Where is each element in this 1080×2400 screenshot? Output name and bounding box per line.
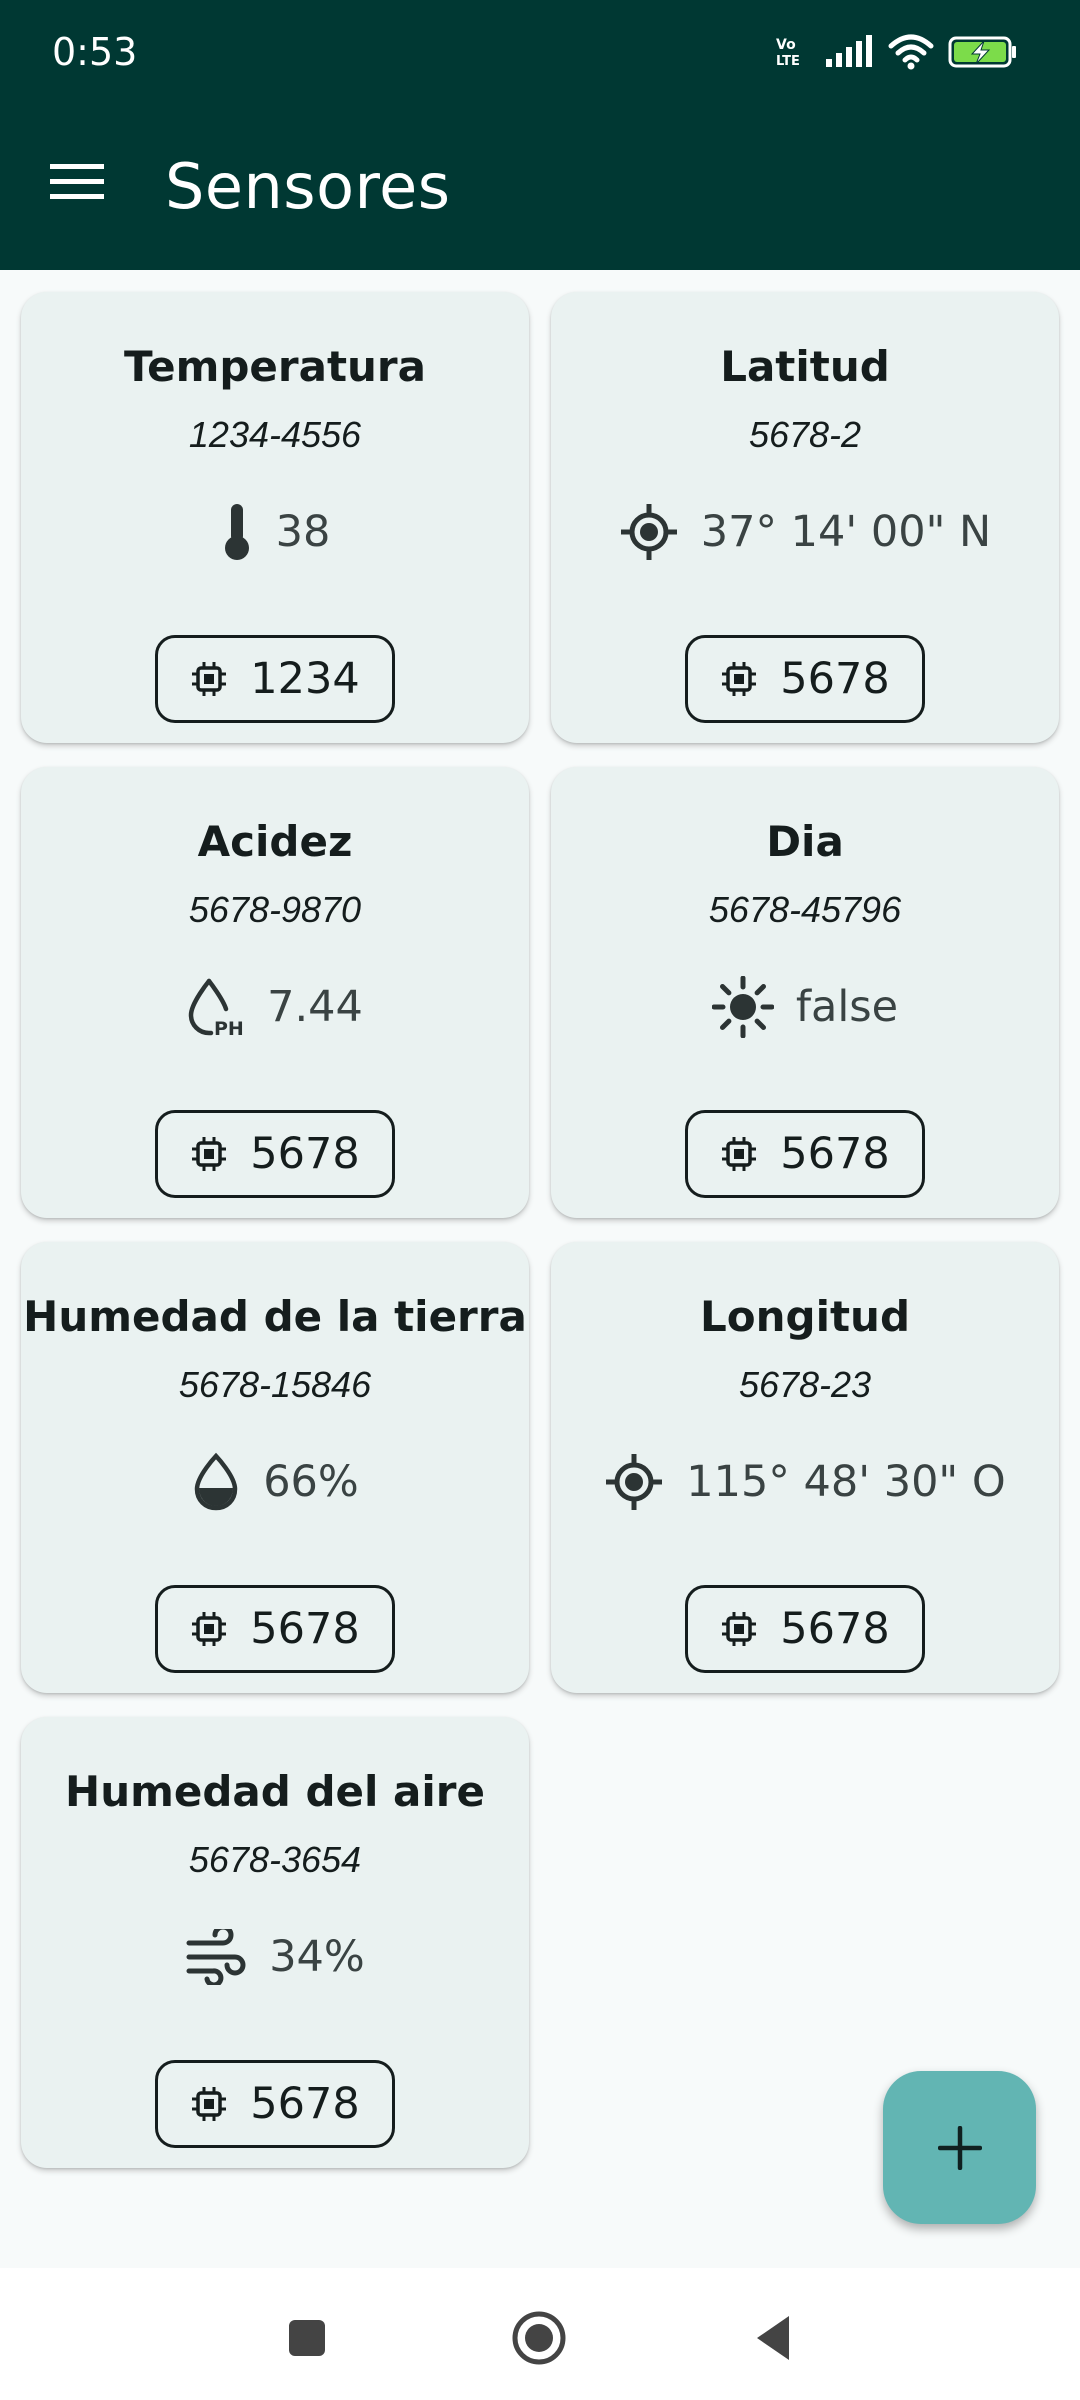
add-sensor-button[interactable]: [883, 2071, 1036, 2224]
chip-icon: [192, 2087, 227, 2121]
sensor-serial: 5678-9870: [188, 889, 362, 930]
sensor-serial: 5678-23: [738, 1364, 872, 1405]
sensor-value-row: false: [551, 972, 1059, 1042]
sensor-card[interactable]: Humedad del aire 5678-3654 34% 5678: [21, 1717, 529, 2168]
device-id: 5678: [250, 2079, 360, 2129]
svg-text:LTE: LTE: [776, 54, 800, 69]
sun-icon: [711, 976, 774, 1038]
sensor-card[interactable]: Latitud 5678-2 37° 14' 00" N 5678: [551, 292, 1059, 743]
sensor-name: Acidez: [197, 817, 353, 866]
add-icon: [937, 2125, 982, 2170]
sensor-value-row: PH 7.44: [21, 972, 529, 1042]
sensor-name: Latitud: [720, 342, 890, 391]
chip-icon: [192, 662, 227, 696]
home-button[interactable]: [509, 2308, 569, 2368]
thermometer-icon: [224, 504, 249, 560]
wifi-icon: [888, 34, 934, 70]
sensor-card[interactable]: Longitud 5678-23 115° 48' 30" O 5678: [551, 1242, 1059, 1693]
sensor-serial: 5678-2: [748, 414, 862, 455]
sensor-value: 34%: [269, 1932, 365, 1982]
sensor-name: Humedad de la tierra: [23, 1292, 527, 1341]
sensor-name: Temperatura: [124, 342, 426, 391]
device-chip[interactable]: 5678: [685, 1585, 925, 1673]
status-bar: 0:53 Vo LTE: [0, 0, 1080, 105]
device-id: 5678: [250, 1604, 360, 1654]
device-chip[interactable]: 5678: [685, 1110, 925, 1198]
chip-icon: [722, 662, 757, 696]
app-bar: Sensores: [0, 105, 1080, 270]
sensor-name: Humedad del aire: [65, 1767, 485, 1816]
sensor-value-row: 115° 48' 30" O: [551, 1447, 1059, 1517]
volte-icon: Vo LTE: [776, 37, 800, 69]
sensor-value-row: 37° 14' 00" N: [551, 497, 1059, 567]
battery-charging-icon: [948, 36, 1016, 68]
sensor-value-row: 38: [21, 497, 529, 567]
sensor-value: 115° 48' 30" O: [686, 1457, 1006, 1507]
sensor-card[interactable]: Humedad de la tierra 5678-15846 66% 5678: [21, 1242, 529, 1693]
device-chip[interactable]: 5678: [155, 1585, 395, 1673]
sensor-card[interactable]: Temperatura 1234-4556 38 1234: [21, 292, 529, 743]
sensor-serial: 5678-15846: [178, 1364, 372, 1405]
sensor-value: 38: [275, 507, 331, 557]
sensor-serial: 5678-3654: [188, 1839, 362, 1880]
device-id: 5678: [250, 1129, 360, 1179]
system-nav-bar: [0, 2268, 1080, 2400]
sensor-serial: 1234-4556: [188, 414, 362, 455]
sensor-value: false: [795, 982, 899, 1032]
sensor-card[interactable]: Dia 5678-45796 false 5678: [551, 767, 1059, 1218]
sensor-value: 7.44: [267, 982, 363, 1032]
status-time: 0:53: [52, 30, 138, 74]
ph-icon: PH: [188, 978, 244, 1037]
chip-icon: [722, 1137, 757, 1171]
device-chip[interactable]: 1234: [155, 635, 395, 723]
sensor-value: 37° 14' 00" N: [700, 507, 992, 557]
location-icon: [620, 504, 677, 560]
device-chip[interactable]: 5678: [155, 1110, 395, 1198]
menu-icon[interactable]: [50, 162, 104, 202]
svg-text:Vo: Vo: [776, 37, 796, 53]
chip-icon: [192, 1137, 227, 1171]
sensor-value-row: 66%: [21, 1447, 529, 1517]
svg-text:PH: PH: [214, 1018, 244, 1037]
water-drop-icon: [194, 1452, 238, 1511]
sensor-name: Dia: [766, 817, 844, 866]
chip-icon: [722, 1612, 757, 1646]
sensor-value: 66%: [263, 1457, 359, 1507]
sensor-card[interactable]: Acidez 5678-9870 PH 7.44 5678: [21, 767, 529, 1218]
sensor-serial: 5678-45796: [708, 889, 902, 930]
location-icon: [606, 1454, 663, 1510]
device-id: 5678: [780, 1129, 890, 1179]
sensor-name: Longitud: [699, 1292, 911, 1341]
device-id: 5678: [780, 654, 890, 704]
air-icon: [186, 1929, 246, 1985]
chip-icon: [192, 1612, 227, 1646]
sensor-value-row: 34%: [21, 1922, 529, 1992]
signal-icon: [826, 35, 872, 67]
device-id: 5678: [780, 1604, 890, 1654]
back-button[interactable]: [745, 2308, 805, 2368]
device-id: 1234: [250, 654, 360, 704]
device-chip[interactable]: 5678: [685, 635, 925, 723]
status-icons: Vo LTE: [774, 30, 1018, 74]
recents-button[interactable]: [277, 2308, 337, 2368]
page-title: Sensores: [165, 150, 451, 223]
device-chip[interactable]: 5678: [155, 2060, 395, 2148]
